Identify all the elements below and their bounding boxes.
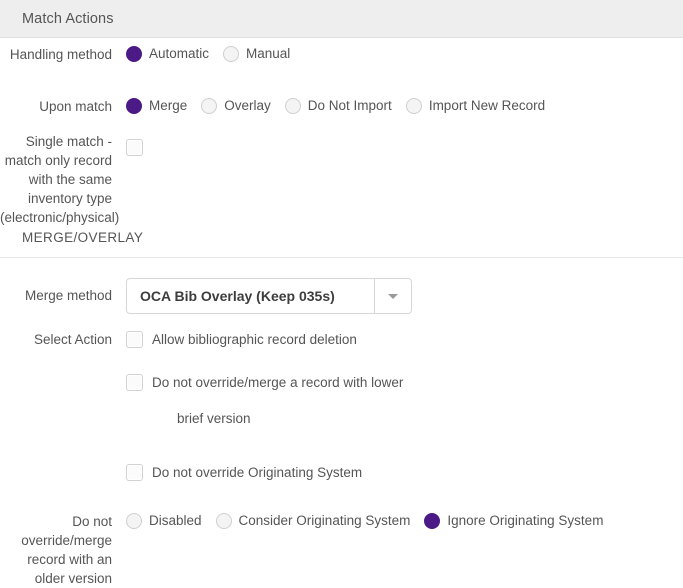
radio-option-automatic[interactable]: Automatic — [126, 46, 209, 62]
no-override-originating-system-control: Do not override Originating System — [126, 464, 683, 481]
radio-unselected-icon — [215, 513, 232, 529]
radio-unselected-icon — [405, 98, 422, 114]
handling-method-label: Handling method — [9, 47, 112, 62]
upon-match-row: Upon match Merge Overlay Do Not Import I… — [0, 98, 683, 116]
checkbox-label: Do not override/merge a record with lowe… — [152, 375, 404, 390]
merge-overlay-section-header: MERGE/OVERLAY — [0, 230, 683, 245]
radio-unselected-icon — [223, 46, 240, 62]
merge-method-row: Merge method OCA Bib Overlay (Keep 035s) — [0, 278, 683, 314]
merge-method-control: OCA Bib Overlay (Keep 035s) — [126, 278, 683, 314]
merge-method-label: Merge method — [24, 288, 112, 303]
radio-selected-icon — [424, 513, 441, 529]
radio-option-consider-originating-system[interactable]: Consider Originating System — [215, 513, 411, 529]
no-override-lower-brief-row: Do not override/merge a record with lowe… — [0, 374, 683, 391]
page-title: Match Actions — [22, 10, 114, 27]
select-action-row: Select Action Allow bibliographic record… — [0, 331, 683, 349]
checkbox-icon[interactable] — [126, 464, 143, 481]
upon-match-radio-group: Merge Overlay Do Not Import Import New R… — [126, 98, 683, 114]
merge-method-dropdown-button[interactable] — [374, 278, 412, 314]
checkbox-icon[interactable] — [126, 374, 143, 391]
section-divider — [0, 257, 683, 258]
radio-option-label: Manual — [246, 46, 291, 61]
radio-option-import-new-record[interactable]: Import New Record — [405, 98, 546, 114]
radio-option-label: Import New Record — [428, 98, 546, 113]
handling-method-row: Handling method Automatic Manual — [0, 46, 683, 64]
checkbox-label: Allow bibliographic record deletion — [152, 332, 357, 347]
merge-method-select[interactable]: OCA Bib Overlay (Keep 035s) — [126, 278, 412, 314]
radio-option-label: Disabled — [149, 513, 202, 528]
radio-selected-icon — [126, 46, 142, 62]
radio-option-overlay[interactable]: Overlay — [201, 98, 271, 114]
radio-option-do-not-import[interactable]: Do Not Import — [284, 98, 392, 114]
checkbox-label: Do not override Originating System — [152, 465, 363, 480]
older-version-radio-group: Disabled Consider Originating System Ign… — [126, 512, 683, 529]
brief-version-continuation-text: brief version — [177, 411, 251, 426]
radio-option-label: Do Not Import — [307, 98, 392, 113]
single-match-checkbox[interactable] — [126, 139, 143, 156]
no-override-lower-brief-control: Do not override/merge a record with lowe… — [126, 374, 683, 391]
radio-option-ignore-originating-system[interactable]: Ignore Originating System — [424, 513, 603, 529]
section-heading-label: MERGE/OVERLAY — [22, 230, 144, 245]
radio-option-manual[interactable]: Manual — [223, 46, 290, 62]
panel-header: Match Actions — [0, 0, 683, 38]
radio-option-label: Automatic — [149, 46, 210, 61]
radio-selected-icon — [126, 98, 142, 114]
radio-unselected-icon — [284, 98, 301, 114]
radio-unselected-icon — [201, 98, 218, 114]
radio-option-label: Consider Originating System — [238, 513, 411, 528]
radio-unselected-icon — [126, 513, 142, 529]
single-match-label: Single match - match only record with th… — [0, 134, 120, 225]
no-override-originating-system-row: Do not override Originating System — [0, 464, 683, 481]
checkbox-no-override-originating-system[interactable]: Do not override Originating System — [126, 464, 362, 481]
radio-option-merge[interactable]: Merge — [126, 98, 187, 114]
upon-match-label: Upon match — [39, 99, 112, 114]
radio-option-label: Ignore Originating System — [447, 513, 604, 528]
single-match-control — [126, 132, 683, 156]
radio-option-label: Merge — [149, 98, 188, 113]
chevron-down-icon — [388, 293, 398, 299]
checkbox-allow-bib-record-deletion[interactable]: Allow bibliographic record deletion — [126, 331, 357, 348]
older-version-label: Do not override/merge record with an old… — [21, 514, 112, 586]
checkbox-icon[interactable] — [126, 331, 143, 348]
brief-version-continuation-row: brief version — [0, 410, 683, 427]
radio-option-label: Overlay — [224, 98, 271, 113]
handling-method-radio-group: Automatic Manual — [126, 46, 683, 62]
older-version-row: Do not override/merge record with an old… — [0, 512, 683, 588]
checkbox-no-override-lower-brief-version[interactable]: Do not override/merge a record with lowe… — [126, 374, 403, 391]
select-action-label: Select Action — [33, 332, 112, 347]
select-action-control: Allow bibliographic record deletion — [126, 331, 683, 348]
single-match-row: Single match - match only record with th… — [0, 132, 683, 227]
radio-option-disabled[interactable]: Disabled — [126, 513, 202, 529]
merge-method-select-value[interactable]: OCA Bib Overlay (Keep 035s) — [126, 278, 374, 314]
